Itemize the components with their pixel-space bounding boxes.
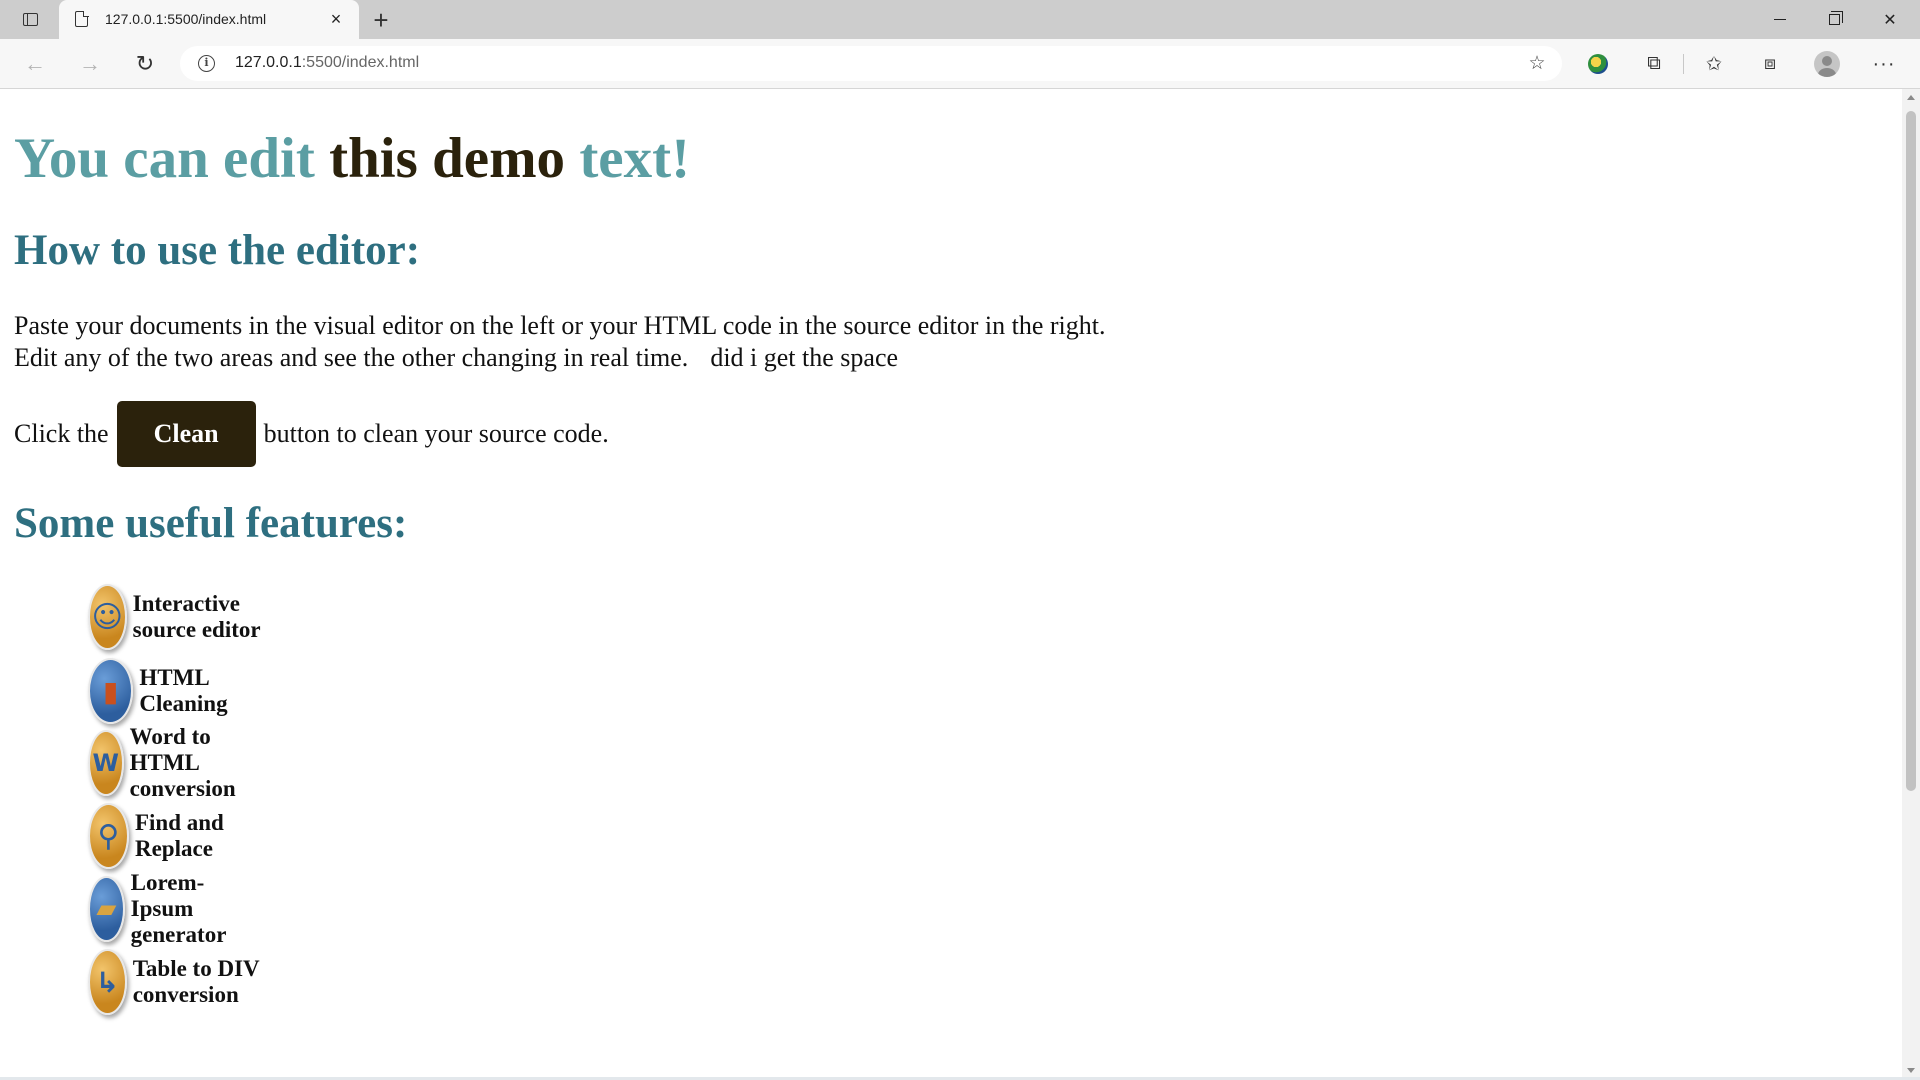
feature-label: Find and Replace	[134, 810, 224, 861]
browser-tab-bar: 127.0.0.1:5500/index.html × + ✕	[0, 0, 1920, 39]
features-heading: Some useful features:	[14, 500, 408, 547]
feature-label: Table to DIV conversion	[132, 956, 260, 1007]
browser-tab[interactable]: 127.0.0.1:5500/index.html ×	[59, 0, 359, 39]
vertical-scrollbar[interactable]	[1902, 89, 1920, 1077]
favorites-icon[interactable]: ✩	[1700, 50, 1728, 78]
list-item: ☺ Interactive source editor	[88, 584, 267, 650]
title-part-1: You can edit	[14, 127, 315, 190]
blah-book-icon: ▰	[88, 876, 125, 942]
page-viewport: You can edit this demo text! How to use …	[0, 89, 1902, 1077]
broom-bucket-icon: ▮	[88, 658, 134, 724]
toolbar-separator	[1683, 54, 1684, 74]
clean-button[interactable]: Clean	[116, 401, 256, 467]
tab-close-icon[interactable]: ×	[325, 8, 347, 30]
scrollbar-thumb[interactable]	[1906, 111, 1916, 791]
title-part-3: text!	[579, 127, 691, 190]
clean-instruction-pre: Click the	[14, 419, 109, 448]
how-to-heading: How to use the editor:	[14, 227, 421, 274]
table-arrow-icon: ↳	[88, 949, 127, 1015]
page-title: You can edit this demo text!	[14, 126, 690, 192]
list-item: W Word to HTML conversion	[88, 724, 266, 801]
instructions-paragraph: Paste your documents in the visual edito…	[14, 310, 1106, 374]
title-part-2: this demo	[329, 127, 566, 190]
feature-label: HTML Cleaning	[139, 665, 228, 716]
magnifier-icon: ⚲	[88, 803, 129, 869]
list-item: ⚲ Find and Replace	[88, 803, 238, 869]
tab-title: 127.0.0.1:5500/index.html	[105, 11, 267, 27]
page-icon	[75, 10, 89, 27]
star-plus-icon[interactable]: ☆	[1526, 53, 1548, 75]
puzzle-icon[interactable]: ⧉	[1640, 50, 1668, 78]
collections-icon[interactable]: ⧈	[1756, 50, 1784, 78]
tab-actions-icon[interactable]	[14, 6, 46, 32]
new-tab-button[interactable]: +	[367, 5, 395, 35]
instructions-line-2-extra: did i get the space	[710, 343, 899, 372]
list-item: ↳ Table to DIV conversion	[88, 949, 266, 1015]
arrow-right-icon[interactable]: →	[73, 48, 107, 80]
reload-icon[interactable]: ↻	[128, 48, 162, 80]
feature-label: Interactive source editor	[132, 591, 261, 642]
url-path: :5500/index.html	[301, 54, 420, 71]
instructions-line-1: Paste your documents in the visual edito…	[14, 311, 1106, 340]
url-text[interactable]: 127.0.0.1:5500/index.html	[235, 54, 419, 72]
url-host: 127.0.0.1	[235, 54, 302, 71]
minimize-button[interactable]	[1752, 0, 1808, 39]
close-window-button[interactable]: ✕	[1862, 0, 1918, 39]
word-document-icon: W	[88, 730, 124, 796]
clean-instruction-post: button to clean your source code.	[263, 419, 609, 448]
info-icon[interactable]: i	[198, 55, 215, 72]
clean-instruction: Click the Clean button to clean your sou…	[14, 401, 609, 467]
restore-button[interactable]	[1806, 0, 1862, 39]
feature-label: Word to HTML conversion	[129, 724, 236, 801]
globe-extension-icon[interactable]	[1584, 50, 1612, 78]
scroll-up-icon[interactable]	[1907, 95, 1915, 100]
face-icon: ☺	[88, 584, 127, 650]
arrow-left-icon[interactable]: ←	[18, 48, 52, 80]
list-item: ▰ Lorem-Ipsum generator	[88, 870, 256, 947]
address-bar[interactable]: i 127.0.0.1:5500/index.html ☆	[180, 46, 1562, 81]
list-item: ▮ HTML Cleaning	[88, 658, 248, 724]
profile-icon[interactable]	[1813, 50, 1841, 78]
browser-toolbar: ← → ↻ i 127.0.0.1:5500/index.html ☆ ⧉ ✩ …	[0, 39, 1920, 89]
scroll-down-icon[interactable]	[1907, 1068, 1915, 1073]
more-icon[interactable]: ···	[1870, 50, 1898, 78]
instructions-line-2: Edit any of the two areas and see the ot…	[14, 343, 689, 372]
feature-label: Lorem-Ipsum generator	[130, 870, 227, 947]
